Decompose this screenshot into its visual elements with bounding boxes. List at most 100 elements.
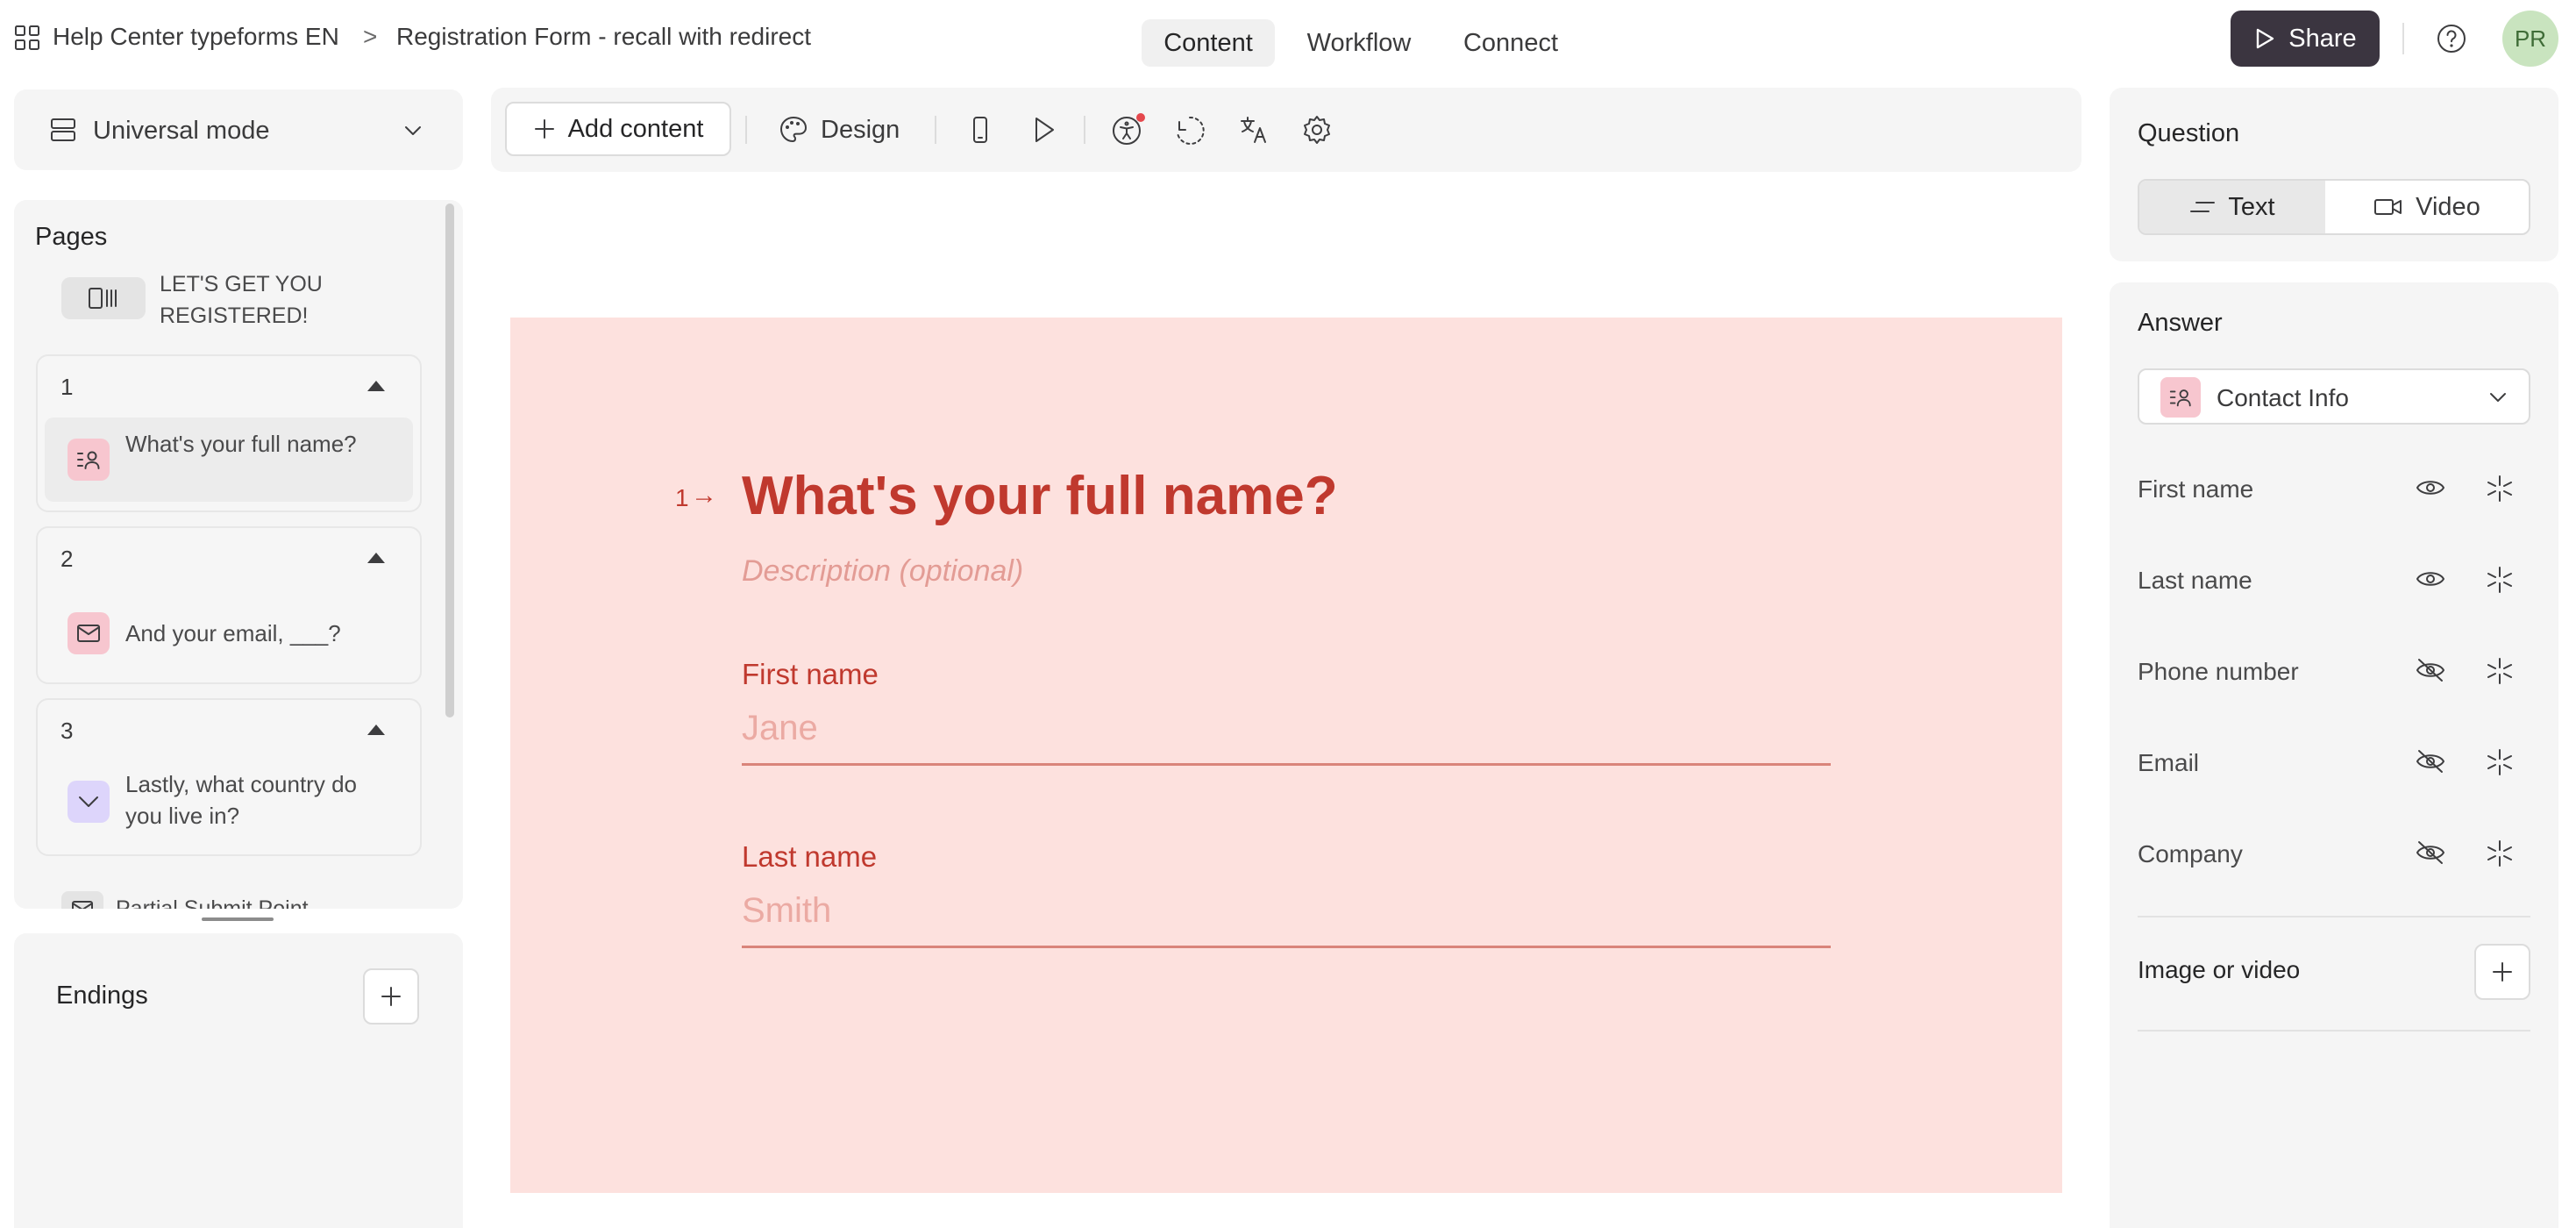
page-question-item[interactable]: What's your full name? bbox=[45, 418, 413, 502]
pages-title: Pages bbox=[35, 223, 108, 251]
answer-type-dropdown[interactable]: Contact Info bbox=[2138, 368, 2530, 425]
divider bbox=[1084, 116, 1085, 144]
page-question-text: What's your full name? bbox=[125, 431, 357, 457]
eye-icon[interactable] bbox=[2415, 474, 2446, 502]
question-arrow: → bbox=[691, 481, 717, 510]
text-lines-icon bbox=[2189, 198, 2216, 216]
add-media-button[interactable] bbox=[2474, 944, 2530, 1000]
divider bbox=[2138, 1030, 2530, 1032]
required-asterisk-icon[interactable] bbox=[2485, 565, 2515, 595]
page-number: 3 bbox=[60, 718, 74, 744]
add-content-button[interactable]: Add content bbox=[505, 102, 731, 156]
breadcrumb-workspace[interactable]: Help Center typeforms EN bbox=[53, 23, 339, 51]
pages-scrollbar[interactable] bbox=[445, 203, 454, 718]
breadcrumb-separator: > bbox=[363, 23, 378, 50]
field-row-first-name: First name bbox=[2138, 463, 2529, 512]
eye-off-icon[interactable] bbox=[2415, 747, 2446, 775]
tab-workflow[interactable]: Workflow bbox=[1291, 19, 1427, 67]
tab-content[interactable]: Content bbox=[1142, 19, 1275, 67]
mobile-preview-icon[interactable] bbox=[964, 114, 996, 146]
text-type-label: Text bbox=[2228, 192, 2275, 221]
mode-selector[interactable]: Universal mode bbox=[14, 89, 463, 170]
video-icon bbox=[2373, 196, 2403, 218]
answer-title: Answer bbox=[2138, 309, 2223, 337]
answer-settings-panel: Answer Contact Info First name Last name… bbox=[2110, 282, 2558, 1228]
field-row-company: Company bbox=[2138, 828, 2529, 877]
divider bbox=[745, 116, 747, 144]
collapse-caret-icon[interactable] bbox=[367, 553, 385, 563]
accessibility-icon[interactable] bbox=[1110, 112, 1145, 147]
avatar[interactable]: PR bbox=[2502, 11, 2558, 67]
required-asterisk-icon[interactable] bbox=[2485, 474, 2515, 503]
divider bbox=[935, 116, 936, 144]
field-label: First name bbox=[2138, 475, 2254, 503]
video-type-label: Video bbox=[2416, 192, 2480, 221]
partial-submit-icon bbox=[61, 891, 103, 909]
top-bar: Help Center typeforms EN > Registration … bbox=[0, 0, 2576, 77]
answer-type-label: Contact Info bbox=[2217, 384, 2349, 411]
design-button[interactable]: Design bbox=[779, 112, 900, 147]
add-content-label: Add content bbox=[567, 114, 704, 143]
page-number: 1 bbox=[60, 374, 74, 400]
question-title[interactable]: What's your full name? bbox=[742, 465, 1338, 527]
field-label: Last name bbox=[2138, 567, 2252, 594]
last-name-input[interactable]: Smith bbox=[742, 891, 831, 931]
image-or-video-label: Image or video bbox=[2138, 956, 2301, 983]
partial-submit-label[interactable]: Partial Submit Point bbox=[116, 896, 309, 909]
first-name-label: First name bbox=[742, 658, 879, 690]
contact-info-icon bbox=[68, 439, 110, 481]
page-number: 2 bbox=[60, 546, 74, 572]
welcome-screen-icon bbox=[61, 277, 146, 319]
endings-title: Endings bbox=[56, 982, 148, 1010]
form-title[interactable]: Registration Form - recall with redirect bbox=[396, 23, 811, 51]
first-name-input[interactable]: Jane bbox=[742, 709, 818, 748]
plus-icon bbox=[380, 985, 402, 1008]
email-icon bbox=[68, 612, 110, 654]
first-name-underline bbox=[742, 763, 1831, 766]
eye-off-icon[interactable] bbox=[2415, 839, 2446, 867]
share-button[interactable]: Share bbox=[2231, 11, 2380, 67]
collapse-caret-icon[interactable] bbox=[367, 381, 385, 391]
settings-icon[interactable] bbox=[1301, 114, 1333, 146]
divider bbox=[2402, 23, 2404, 54]
play-icon[interactable] bbox=[1028, 114, 1059, 146]
welcome-screen-label[interactable]: LET'S GET YOU REGISTERED! bbox=[160, 268, 361, 332]
required-asterisk-icon bbox=[2485, 839, 2515, 868]
send-icon bbox=[2253, 27, 2276, 50]
share-label: Share bbox=[2288, 24, 2357, 53]
question-description[interactable]: Description (optional) bbox=[742, 554, 1023, 589]
contact-info-icon bbox=[2160, 377, 2201, 418]
required-asterisk-icon bbox=[2485, 656, 2515, 686]
eye-off-icon[interactable] bbox=[2415, 656, 2446, 684]
translate-icon[interactable] bbox=[1238, 114, 1270, 146]
last-name-label: Last name bbox=[742, 840, 878, 873]
page-card-2[interactable]: 2 And your email, ___? bbox=[36, 526, 422, 684]
question-settings-panel: Question Text Video bbox=[2110, 88, 2558, 261]
question-number: 1 bbox=[675, 484, 689, 511]
dropdown-icon bbox=[68, 781, 110, 823]
mode-label: Universal mode bbox=[93, 117, 270, 145]
divider bbox=[2138, 916, 2530, 917]
help-circle-icon[interactable] bbox=[2436, 23, 2467, 54]
chevron-down-icon bbox=[402, 119, 424, 142]
page-card-1[interactable]: 1 What's your full name? bbox=[36, 354, 422, 512]
endings-panel: Endings bbox=[14, 933, 463, 1228]
plus-icon bbox=[533, 118, 556, 140]
add-ending-button[interactable] bbox=[363, 968, 419, 1025]
page-question-text[interactable]: And your email, ___? bbox=[125, 618, 388, 649]
apps-grid-icon[interactable] bbox=[14, 25, 40, 51]
collapse-caret-icon[interactable] bbox=[367, 725, 385, 735]
pages-panel: Pages LET'S GET YOU REGISTERED! 1 What's… bbox=[14, 200, 463, 909]
field-label: Phone number bbox=[2138, 658, 2299, 685]
tab-connect[interactable]: Connect bbox=[1447, 19, 1575, 67]
page-card-3[interactable]: 3 Lastly, what country do you live in? bbox=[36, 698, 422, 856]
form-preview-canvas: 1 → What's your full name? Description (… bbox=[510, 318, 2062, 1193]
question-type-toggle: Text Video bbox=[2138, 179, 2530, 235]
field-row-last-name: Last name bbox=[2138, 554, 2529, 603]
resize-handle[interactable] bbox=[202, 917, 274, 921]
page-question-text[interactable]: Lastly, what country do you live in? bbox=[125, 768, 388, 832]
history-icon[interactable] bbox=[1173, 114, 1206, 147]
video-type-button[interactable]: Video bbox=[2325, 181, 2529, 233]
eye-icon[interactable] bbox=[2415, 565, 2446, 593]
text-type-button[interactable]: Text bbox=[2139, 181, 2325, 233]
